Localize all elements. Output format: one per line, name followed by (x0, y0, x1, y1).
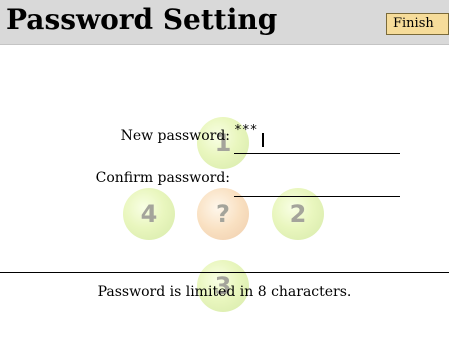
keypad-key-left[interactable]: 4 (123, 188, 175, 240)
footer-divider (0, 272, 449, 273)
confirm-password-underline (234, 196, 400, 197)
confirm-password-label: Confirm password: (95, 170, 230, 186)
password-hint: Password is limited in 8 characters. (97, 284, 352, 300)
text-cursor (262, 133, 264, 147)
finish-button[interactable]: Finish (386, 13, 449, 35)
confirm-password-field[interactable] (234, 180, 400, 194)
new-password-field[interactable]: *** (234, 124, 257, 138)
page-title: Password Setting (6, 3, 278, 36)
title-bar: Password Setting Finish (0, 0, 449, 45)
new-password-underline (234, 153, 400, 154)
new-password-label: New password: (120, 128, 230, 144)
